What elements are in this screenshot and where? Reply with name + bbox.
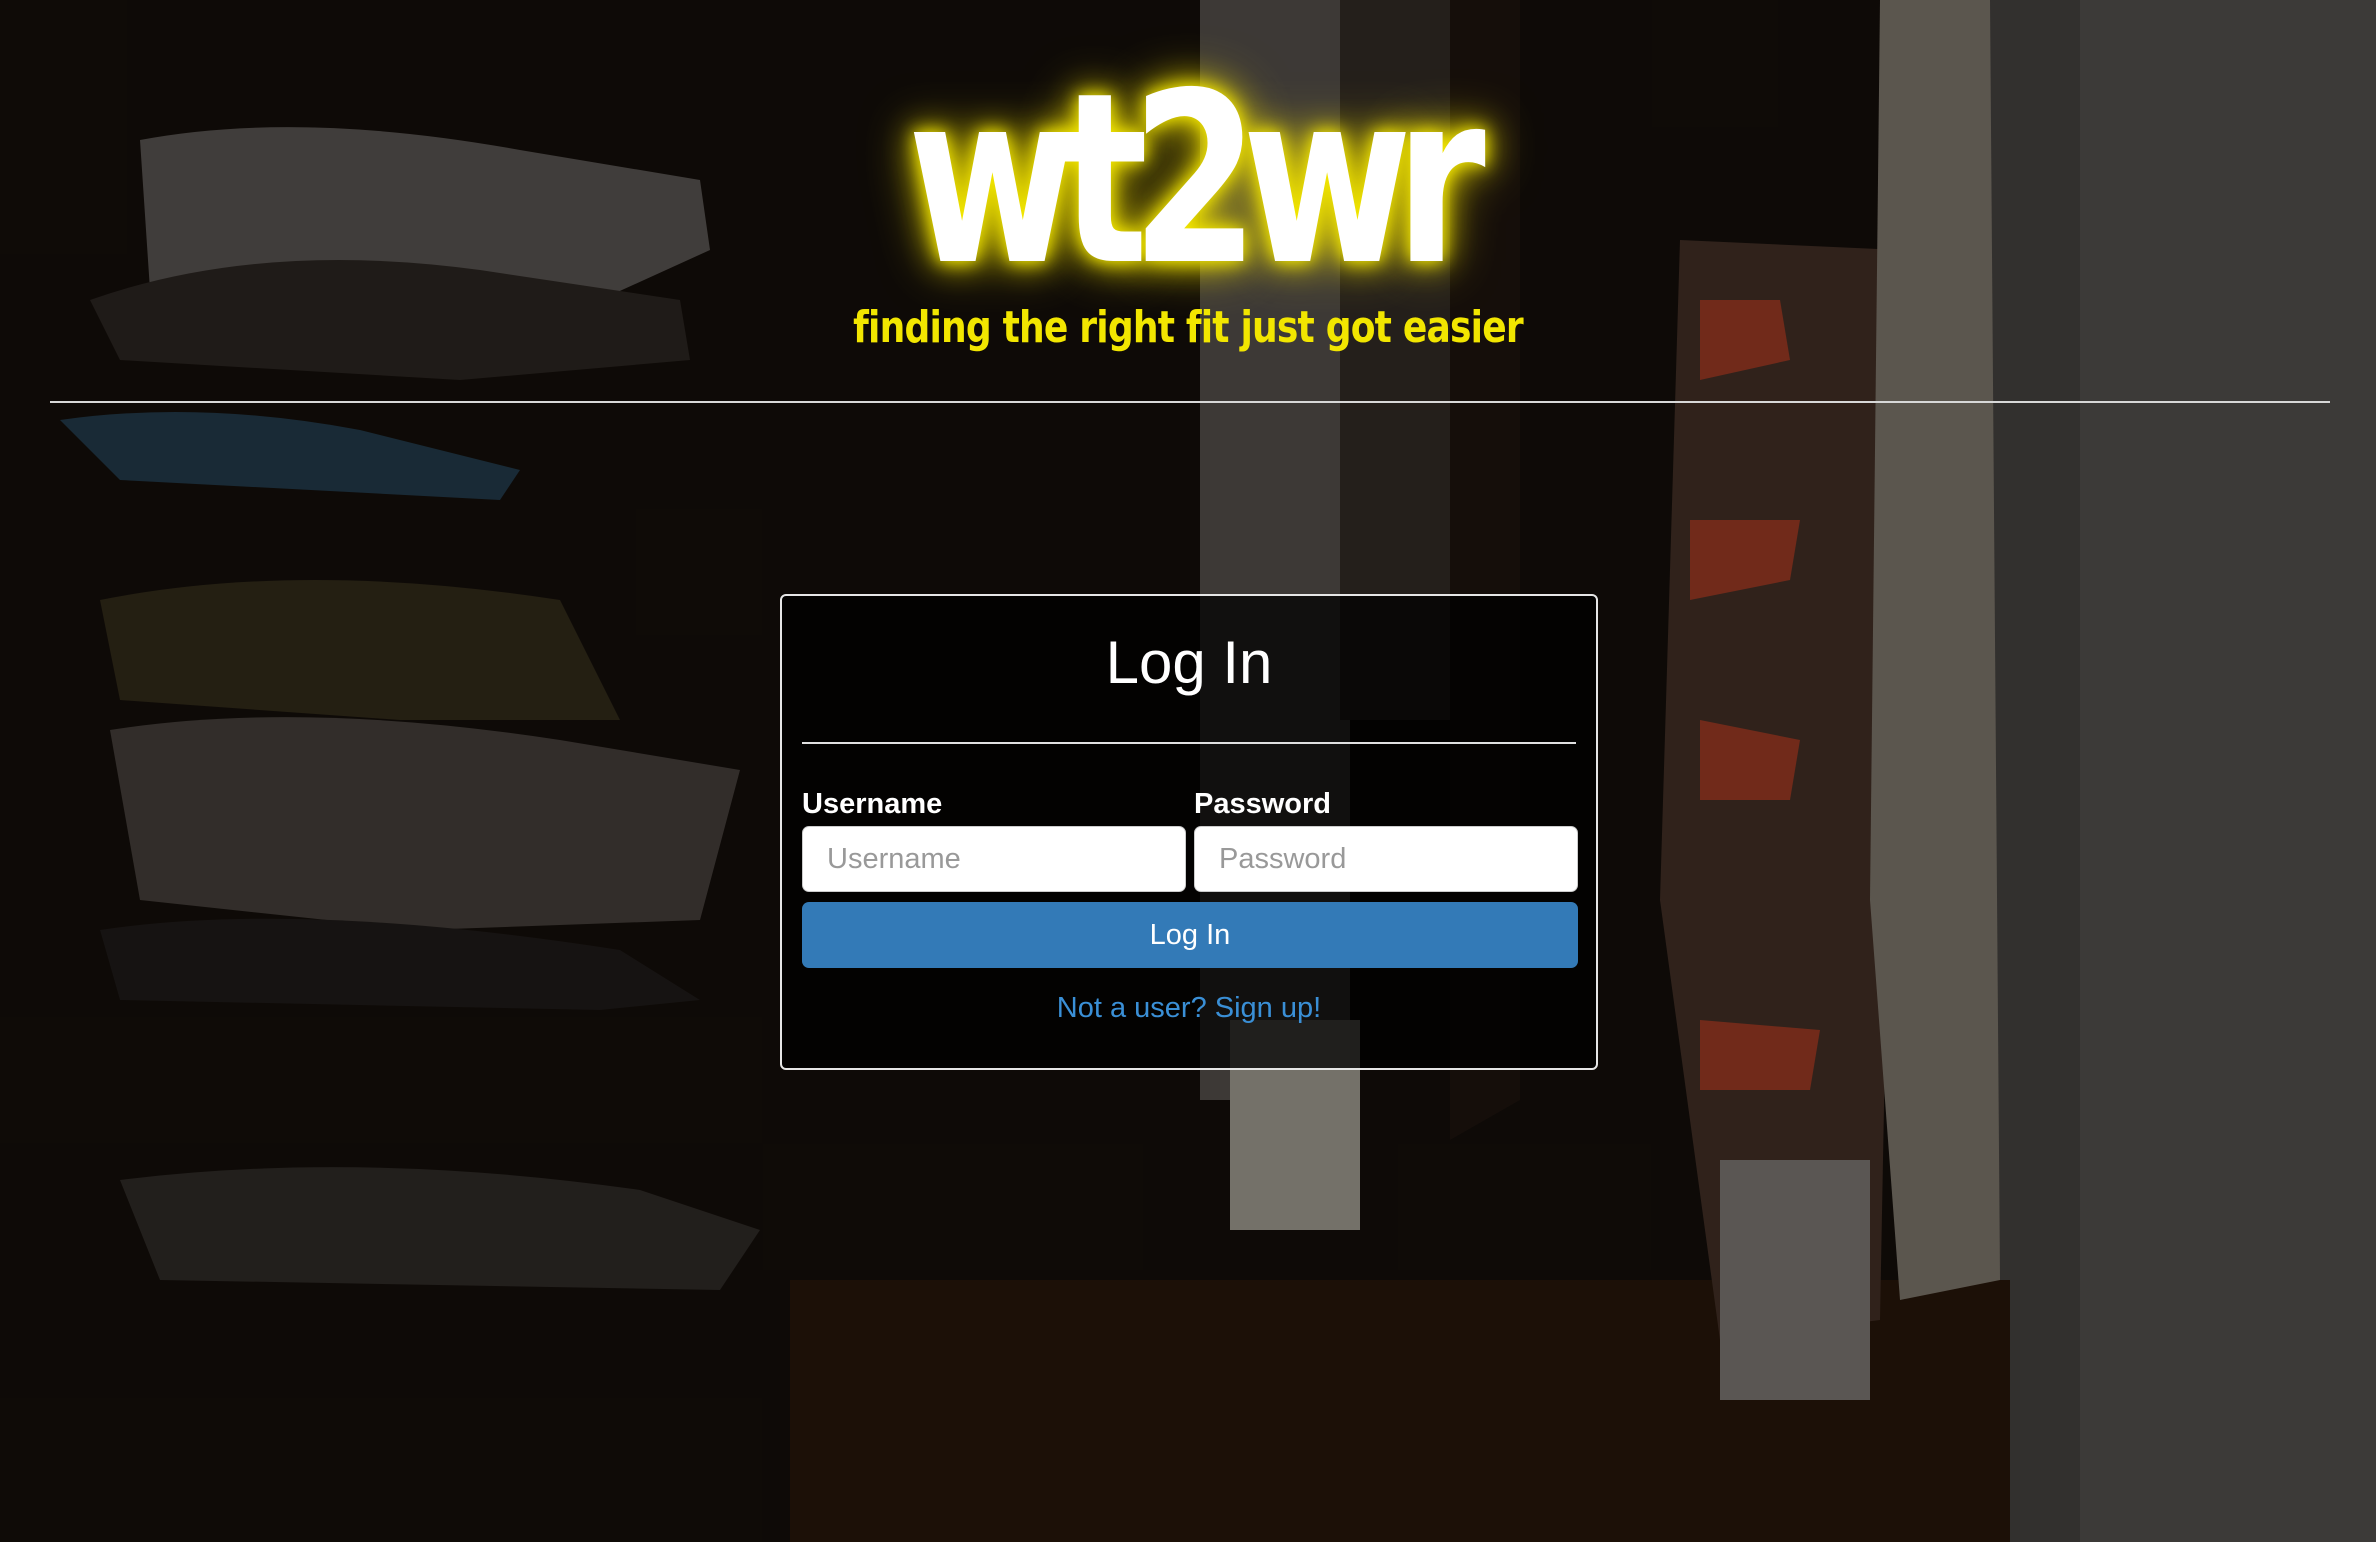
header-divider	[50, 401, 2330, 403]
login-heading: Log In	[1105, 629, 1273, 696]
username-label: Username	[802, 788, 943, 820]
brand-logo-title: wt2wr	[907, 42, 1485, 317]
login-divider	[802, 742, 1576, 744]
password-input[interactable]	[1194, 826, 1578, 892]
password-label: Password	[1194, 788, 1331, 820]
login-form: Log In Username Password Log In Not a us…	[780, 594, 1598, 1070]
login-button[interactable]: Log In	[802, 902, 1578, 968]
brand-tagline: finding the right fit just got easier	[853, 302, 1524, 353]
username-input[interactable]	[802, 826, 1186, 892]
signup-link[interactable]: Not a user? Sign up!	[782, 992, 1596, 1025]
login-page: wt2wr finding the right fit just got eas…	[0, 0, 2376, 1542]
